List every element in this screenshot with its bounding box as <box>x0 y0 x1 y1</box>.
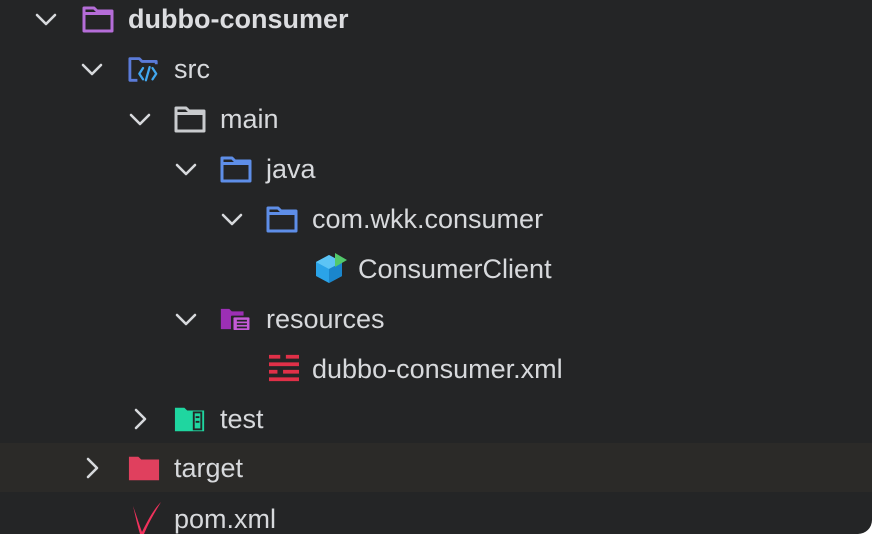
tree-row-resources[interactable]: resources <box>0 294 872 344</box>
tree-row-label: dubbo-consumer <box>128 4 349 34</box>
tree-row-label: com.wkk.consumer <box>312 204 544 234</box>
tree-row-com-wkk-consumer[interactable]: com.wkk.consumer <box>0 194 872 244</box>
tree-row-main[interactable]: main <box>0 94 872 144</box>
chevron-right-icon[interactable] <box>128 407 152 431</box>
tree-row-test[interactable]: test <box>0 394 872 444</box>
tree-row-label: pom.xml <box>174 504 277 534</box>
tree-row-consumerclient[interactable]: ConsumerClient <box>0 244 872 294</box>
tree-row-label: java <box>266 154 316 184</box>
tree-row-label: test <box>220 404 264 434</box>
module-folder-icon <box>82 6 114 33</box>
class-icon <box>316 253 347 283</box>
excluded-folder-icon <box>128 456 160 481</box>
chevron-down-icon[interactable] <box>174 157 198 181</box>
test-folder-icon <box>174 407 205 432</box>
resources-folder-icon <box>220 308 251 331</box>
tree-row-label: dubbo-consumer.xml <box>312 354 563 384</box>
chevron-right-icon[interactable] <box>80 456 104 480</box>
tree-row-dubbo-consumer[interactable]: dubbo-consumer <box>0 0 872 44</box>
chevron-down-icon[interactable] <box>174 307 198 331</box>
maven-icon <box>133 502 161 534</box>
chevron-down-icon[interactable] <box>220 207 244 231</box>
tree-row-pom-xml[interactable]: pom.xml <box>0 494 872 534</box>
source-folder-icon <box>128 57 160 84</box>
package-icon <box>266 206 298 233</box>
tree-row-src[interactable]: src <box>0 44 872 94</box>
project-tree-panel: dubbo-consumer src main java com.wkk.con… <box>0 0 872 534</box>
tree-row-label: resources <box>266 304 385 334</box>
java-source-root-icon <box>220 156 252 183</box>
xml-config-icon <box>269 354 299 382</box>
chevron-down-icon[interactable] <box>80 57 104 81</box>
tree-row-label: target <box>174 453 244 483</box>
tree-row-label: src <box>174 54 210 84</box>
chevron-down-icon[interactable] <box>128 107 152 131</box>
tree-row-dubbo-consumer-xml[interactable]: dubbo-consumer.xml <box>0 344 872 394</box>
tree-row-label: main <box>220 104 279 134</box>
folder-icon <box>174 106 206 133</box>
chevron-down-icon[interactable] <box>34 7 58 31</box>
tree-row-target[interactable]: target <box>0 443 872 492</box>
tree-row-label: ConsumerClient <box>358 254 552 284</box>
tree-row-java[interactable]: java <box>0 144 872 194</box>
